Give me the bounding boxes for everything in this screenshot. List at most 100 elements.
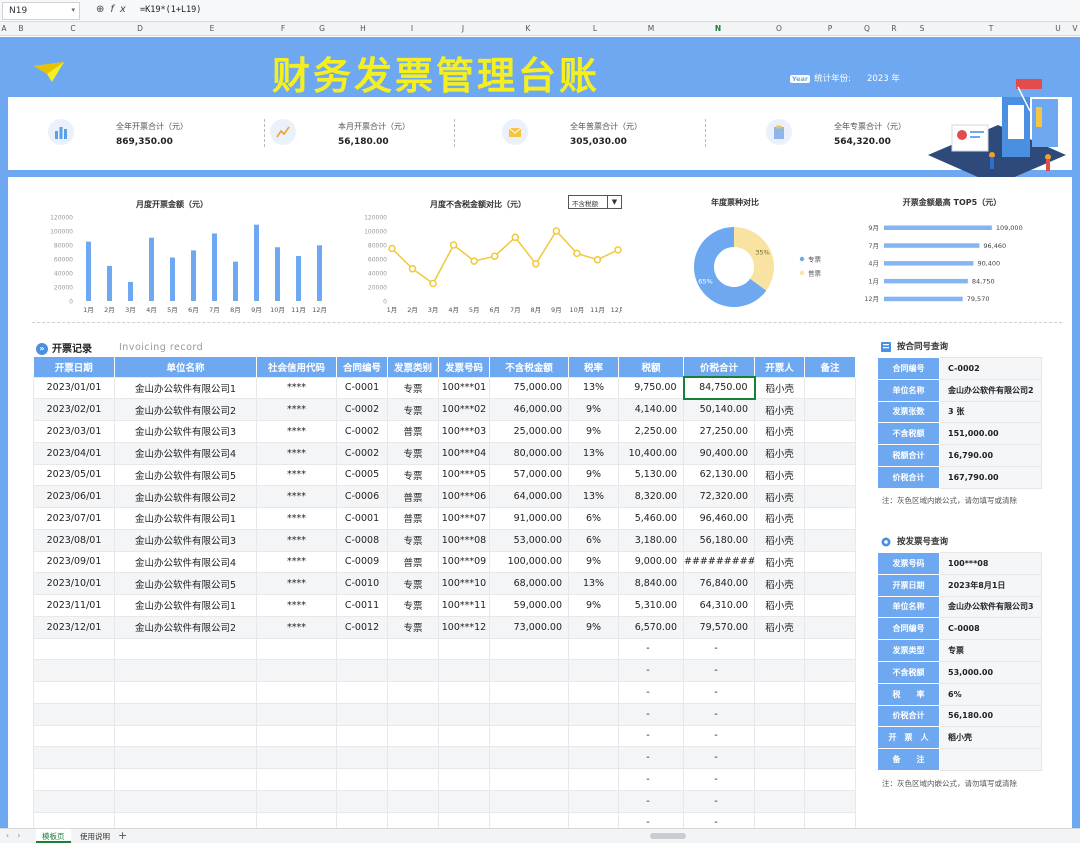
table-cell[interactable]: 稻小壳 bbox=[754, 441, 805, 465]
table-cell[interactable]: **** bbox=[256, 420, 337, 443]
table-cell[interactable]: 专票 bbox=[387, 528, 439, 552]
column-letter[interactable]: V bbox=[1072, 24, 1077, 33]
column-letter[interactable]: N bbox=[715, 24, 721, 33]
table-cell[interactable]: 6% bbox=[568, 507, 619, 530]
column-header-cell[interactable]: 合同编号 bbox=[336, 357, 388, 377]
tab-nav-arrows[interactable]: ‹ › bbox=[6, 831, 23, 840]
table-cell[interactable] bbox=[336, 789, 388, 813]
table-cell[interactable]: C-0002 bbox=[336, 420, 388, 443]
fx-icon[interactable]: fx bbox=[110, 4, 131, 15]
table-cell[interactable] bbox=[438, 637, 490, 661]
table-cell[interactable] bbox=[256, 746, 337, 769]
table-cell[interactable] bbox=[804, 463, 856, 487]
column-header-cell[interactable]: 价税合计 bbox=[683, 357, 755, 377]
table-cell[interactable]: **** bbox=[256, 572, 337, 595]
table-cell[interactable]: 金山办公软件有限公司4 bbox=[114, 550, 257, 574]
table-cell[interactable]: 50,140.00 bbox=[683, 398, 755, 421]
table-cell[interactable]: 9,000.00 bbox=[618, 550, 684, 574]
table-cell[interactable]: C-0002 bbox=[336, 441, 388, 465]
table-cell[interactable]: 普票 bbox=[387, 550, 439, 574]
table-cell[interactable] bbox=[33, 746, 115, 769]
table-cell[interactable]: 100***02 bbox=[438, 398, 490, 421]
year-value[interactable]: 2023 bbox=[867, 74, 889, 84]
table-cell[interactable] bbox=[387, 702, 439, 726]
metric-dropdown[interactable]: 不含税额 ▼ bbox=[568, 195, 622, 209]
table-cell[interactable] bbox=[114, 681, 257, 704]
column-letter[interactable]: H bbox=[360, 24, 366, 33]
formula-icons[interactable]: ⊕fx bbox=[96, 4, 132, 15]
table-cell[interactable]: 13% bbox=[568, 485, 619, 508]
table-cell[interactable] bbox=[256, 789, 337, 813]
table-cell[interactable] bbox=[489, 768, 569, 791]
table-cell[interactable]: - bbox=[683, 724, 755, 748]
table-cell[interactable] bbox=[568, 637, 619, 661]
table-cell[interactable]: 普票 bbox=[387, 507, 439, 530]
table-cell[interactable]: 稻小壳 bbox=[754, 398, 805, 421]
table-cell[interactable]: - bbox=[683, 702, 755, 726]
table-cell[interactable]: **** bbox=[256, 594, 337, 617]
table-cell[interactable]: 专票 bbox=[387, 463, 439, 487]
table-cell[interactable]: 2023/08/01 bbox=[33, 528, 115, 552]
table-cell[interactable]: 金山办公软件有限公司5 bbox=[114, 463, 257, 487]
table-cell[interactable]: 73,000.00 bbox=[489, 615, 569, 639]
table-cell[interactable]: 100***04 bbox=[438, 441, 490, 465]
table-cell[interactable] bbox=[568, 768, 619, 791]
column-header-cell[interactable]: 社会信用代码 bbox=[256, 357, 337, 377]
table-cell[interactable]: 金山办公软件有限公司3 bbox=[114, 420, 257, 443]
table-cell[interactable] bbox=[489, 724, 569, 748]
table-cell[interactable] bbox=[33, 789, 115, 813]
table-cell[interactable]: 5,130.00 bbox=[618, 463, 684, 487]
table-cell[interactable] bbox=[114, 768, 257, 791]
table-cell[interactable]: 2023/06/01 bbox=[33, 485, 115, 508]
table-cell[interactable]: 2023/12/01 bbox=[33, 615, 115, 639]
table-cell[interactable] bbox=[568, 659, 619, 682]
table-cell[interactable]: - bbox=[618, 789, 684, 813]
table-cell[interactable] bbox=[438, 702, 490, 726]
table-cell[interactable] bbox=[387, 681, 439, 704]
table-cell[interactable] bbox=[804, 441, 856, 465]
table-cell[interactable]: 62,130.00 bbox=[683, 463, 755, 487]
table-cell[interactable]: 金山办公软件有限公司2 bbox=[114, 615, 257, 639]
table-cell[interactable]: 100***03 bbox=[438, 420, 490, 443]
table-cell[interactable] bbox=[489, 659, 569, 682]
column-letter[interactable]: K bbox=[526, 24, 531, 33]
table-cell[interactable] bbox=[754, 702, 805, 726]
table-cell[interactable]: 100***11 bbox=[438, 594, 490, 617]
column-letter[interactable]: J bbox=[462, 24, 464, 33]
table-cell[interactable] bbox=[754, 681, 805, 704]
table-cell[interactable]: 稻小壳 bbox=[754, 463, 805, 487]
table-cell[interactable] bbox=[804, 528, 856, 552]
table-cell[interactable]: 4,140.00 bbox=[618, 398, 684, 421]
table-cell[interactable] bbox=[804, 659, 856, 682]
table-cell[interactable] bbox=[256, 702, 337, 726]
table-cell[interactable]: - bbox=[618, 768, 684, 791]
table-cell[interactable]: 13% bbox=[568, 376, 619, 400]
table-cell[interactable]: 13% bbox=[568, 572, 619, 595]
column-letter[interactable]: Q bbox=[864, 24, 870, 33]
table-cell[interactable] bbox=[804, 420, 856, 443]
table-cell[interactable]: 9% bbox=[568, 463, 619, 487]
table-cell[interactable]: 金山办公软件有限公司1 bbox=[114, 376, 257, 400]
table-cell[interactable]: 稻小壳 bbox=[754, 507, 805, 530]
table-cell[interactable]: 稻小壳 bbox=[754, 528, 805, 552]
table-cell[interactable]: 84,750.00 bbox=[682, 376, 756, 400]
column-header-cell[interactable]: 单位名称 bbox=[114, 357, 257, 377]
column-header-cell[interactable]: 不含税金额 bbox=[489, 357, 569, 377]
table-cell[interactable]: 64,000.00 bbox=[489, 485, 569, 508]
table-cell[interactable]: 稻小壳 bbox=[754, 594, 805, 617]
table-cell[interactable]: 2023/01/01 bbox=[33, 376, 115, 400]
table-cell[interactable]: 64,310.00 bbox=[683, 594, 755, 617]
table-cell[interactable]: - bbox=[683, 746, 755, 769]
table-cell[interactable]: 3,180.00 bbox=[618, 528, 684, 552]
table-cell[interactable]: 10,400.00 bbox=[618, 441, 684, 465]
chevron-down-icon[interactable]: ▼ bbox=[607, 196, 621, 208]
table-cell[interactable]: 金山办公软件有限公司1 bbox=[114, 507, 257, 530]
table-cell[interactable]: 100***06 bbox=[438, 485, 490, 508]
table-cell[interactable]: 100***10 bbox=[438, 572, 490, 595]
table-cell[interactable]: **** bbox=[256, 507, 337, 530]
table-cell[interactable] bbox=[804, 550, 856, 574]
table-cell[interactable]: 稻小壳 bbox=[754, 615, 805, 639]
table-cell[interactable] bbox=[387, 637, 439, 661]
table-cell[interactable]: C-0001 bbox=[336, 376, 388, 400]
table-cell[interactable]: C-0011 bbox=[336, 594, 388, 617]
